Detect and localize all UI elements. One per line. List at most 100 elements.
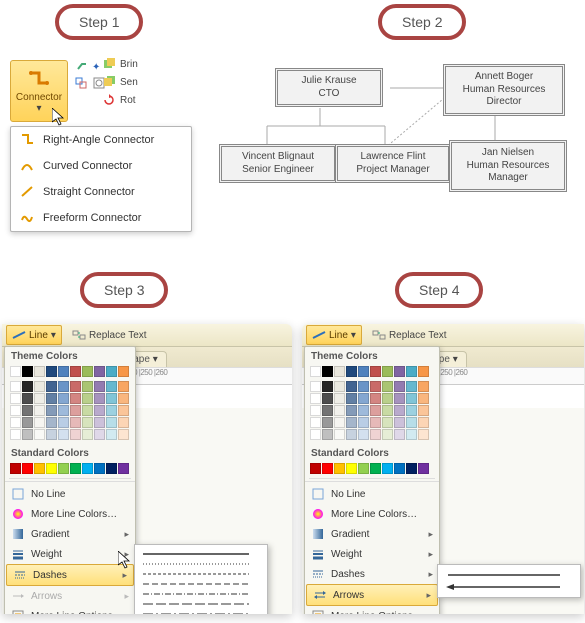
color-swatch[interactable] <box>118 417 129 428</box>
color-swatch[interactable] <box>334 417 345 428</box>
color-swatch[interactable] <box>118 381 129 392</box>
color-swatch[interactable] <box>334 366 345 377</box>
color-swatch[interactable] <box>394 463 405 474</box>
color-swatch[interactable] <box>82 417 93 428</box>
color-swatch[interactable] <box>82 405 93 416</box>
color-swatch[interactable] <box>310 463 321 474</box>
color-swatch[interactable] <box>310 381 321 392</box>
color-swatch[interactable] <box>358 429 369 440</box>
color-swatch[interactable] <box>394 393 405 404</box>
org-node-4[interactable]: Lawrence FlintProject Manager <box>335 144 451 183</box>
more-line-options[interactable]: More Line Options… <box>305 606 439 614</box>
color-swatch[interactable] <box>334 393 345 404</box>
color-swatch[interactable] <box>106 381 117 392</box>
color-swatch[interactable] <box>346 381 357 392</box>
color-swatch[interactable] <box>70 366 81 377</box>
color-swatch[interactable] <box>370 417 381 428</box>
color-swatch[interactable] <box>358 463 369 474</box>
color-swatch[interactable] <box>310 393 321 404</box>
color-swatch[interactable] <box>322 463 333 474</box>
color-swatch[interactable] <box>346 429 357 440</box>
color-swatch[interactable] <box>46 366 57 377</box>
color-swatch[interactable] <box>346 393 357 404</box>
color-swatch[interactable] <box>106 393 117 404</box>
color-swatch[interactable] <box>418 393 429 404</box>
color-swatch[interactable] <box>94 366 105 377</box>
color-swatch[interactable] <box>82 381 93 392</box>
color-swatch[interactable] <box>406 393 417 404</box>
color-swatch[interactable] <box>70 381 81 392</box>
color-swatch[interactable] <box>322 366 333 377</box>
color-swatch[interactable] <box>10 417 21 428</box>
color-swatch[interactable] <box>82 393 93 404</box>
rotate[interactable]: Rot <box>102 94 138 106</box>
color-swatch[interactable] <box>22 405 33 416</box>
color-swatch[interactable] <box>94 393 105 404</box>
color-swatch[interactable] <box>10 405 21 416</box>
color-swatch[interactable] <box>382 381 393 392</box>
bring-forward[interactable]: Brin <box>102 58 138 70</box>
color-swatch[interactable] <box>382 405 393 416</box>
color-swatch[interactable] <box>370 366 381 377</box>
color-swatch[interactable] <box>370 429 381 440</box>
color-swatch[interactable] <box>22 366 33 377</box>
color-swatch[interactable] <box>22 417 33 428</box>
color-swatch[interactable] <box>358 366 369 377</box>
dd-right-angle[interactable]: Right-Angle Connector <box>11 127 191 153</box>
dash-opt-5[interactable] <box>141 589 261 599</box>
color-swatch[interactable] <box>394 381 405 392</box>
color-swatch[interactable] <box>310 429 321 440</box>
color-swatch[interactable] <box>370 381 381 392</box>
color-swatch[interactable] <box>10 366 21 377</box>
color-swatch[interactable] <box>10 429 21 440</box>
color-swatch[interactable] <box>34 381 45 392</box>
color-swatch[interactable] <box>358 417 369 428</box>
color-swatch[interactable] <box>94 429 105 440</box>
dash-opt-3[interactable] <box>141 569 261 579</box>
color-swatch[interactable] <box>58 381 69 392</box>
color-swatch[interactable] <box>22 429 33 440</box>
gradient[interactable]: Gradient▸ <box>5 524 135 544</box>
color-swatch[interactable] <box>118 405 129 416</box>
org-node-5[interactable]: Jan NielsenHuman Resources Manager <box>449 140 567 192</box>
color-swatch[interactable] <box>358 381 369 392</box>
color-swatch[interactable] <box>418 405 429 416</box>
color-swatch[interactable] <box>58 366 69 377</box>
color-swatch[interactable] <box>322 429 333 440</box>
color-swatch[interactable] <box>58 417 69 428</box>
color-swatch[interactable] <box>370 463 381 474</box>
color-swatch[interactable] <box>370 393 381 404</box>
dd-straight[interactable]: Straight Connector <box>11 179 191 205</box>
arrow-opt-1[interactable] <box>444 569 574 581</box>
color-swatch[interactable] <box>82 463 93 474</box>
color-swatch[interactable] <box>70 405 81 416</box>
color-swatch[interactable] <box>334 463 345 474</box>
color-swatch[interactable] <box>106 405 117 416</box>
dash-opt-1[interactable] <box>141 549 261 559</box>
color-swatch[interactable] <box>346 405 357 416</box>
color-swatch[interactable] <box>394 405 405 416</box>
color-swatch[interactable] <box>46 381 57 392</box>
color-swatch[interactable] <box>406 463 417 474</box>
color-swatch[interactable] <box>382 393 393 404</box>
org-node-1[interactable]: Julie KrauseCTO <box>275 68 383 107</box>
color-swatch[interactable] <box>346 366 357 377</box>
color-swatch[interactable] <box>394 417 405 428</box>
color-swatch[interactable] <box>46 463 57 474</box>
color-swatch[interactable] <box>346 417 357 428</box>
gradient[interactable]: Gradient▸ <box>305 524 439 544</box>
color-swatch[interactable] <box>106 463 117 474</box>
replace-text-button[interactable]: Replace Text <box>368 326 451 344</box>
color-swatch[interactable] <box>58 429 69 440</box>
color-swatch[interactable] <box>418 463 429 474</box>
color-swatch[interactable] <box>34 393 45 404</box>
dash-opt-2[interactable] <box>141 559 261 569</box>
color-swatch[interactable] <box>58 463 69 474</box>
color-swatch[interactable] <box>82 429 93 440</box>
weight[interactable]: Weight▸ <box>305 544 439 564</box>
color-swatch[interactable] <box>118 463 129 474</box>
color-swatch[interactable] <box>334 429 345 440</box>
color-swatch[interactable] <box>406 381 417 392</box>
color-swatch[interactable] <box>22 463 33 474</box>
more-line-options[interactable]: More Line Options… <box>5 606 135 614</box>
